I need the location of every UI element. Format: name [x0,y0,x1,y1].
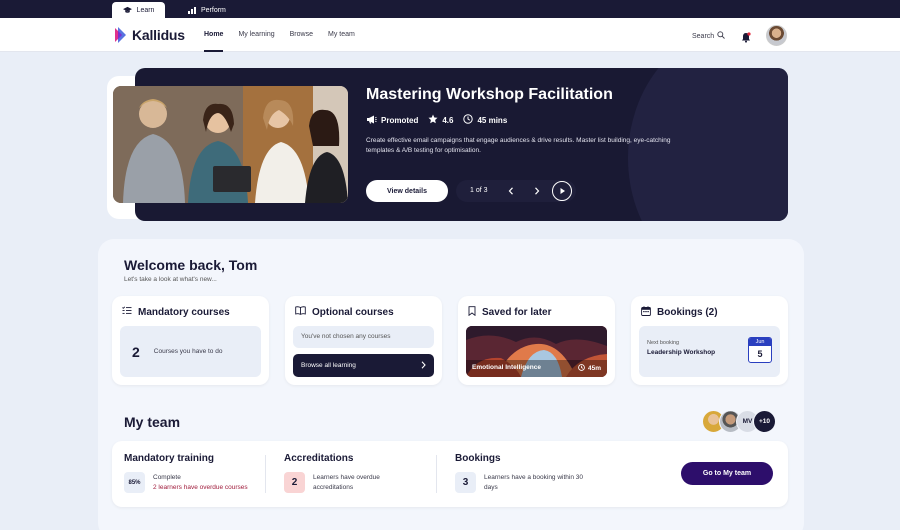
overdue-courses-text: 2 learners have overdue courses [153,483,248,491]
card-title: Optional courses [312,306,394,318]
divider [265,455,266,493]
tab-perform-label: Perform [201,6,226,14]
featured-course-title: Mastering Workshop Facilitation [366,86,613,103]
view-details-button[interactable]: View details [366,180,448,202]
checklist-icon [122,306,132,318]
go-to-my-team-button[interactable]: Go to My team [681,462,773,485]
nav-link-my-learning[interactable]: My learning [238,18,274,52]
nav-link-home[interactable]: Home [204,18,224,52]
search-label: Search [692,32,715,40]
team-bookings[interactable]: Bookings 3 Learners have a booking withi… [455,453,594,493]
app-switcher-bar: Learn Perform [0,0,900,18]
user-avatar[interactable] [766,25,787,46]
bookings-text: Learners have a booking within 30 days [484,473,584,491]
optional-empty-state: You've not chosen any courses [293,326,434,348]
calendar-icon [641,306,651,319]
search-icon [717,31,726,41]
tab-learn[interactable]: Learn [112,2,165,18]
welcome-title: Welcome back, Tom [124,257,258,273]
graduation-cap-icon [122,6,132,14]
kallidus-logo[interactable]: Kallidus [113,26,185,44]
promoted-label: Promoted [381,115,419,125]
rating-value: 4.6 [442,115,454,125]
play-icon[interactable] [552,181,572,201]
search-button[interactable]: Search [692,31,726,41]
card-title: Bookings (2) [657,307,718,318]
bookings-card: Bookings (2) Next booking Leadership Wor… [631,296,788,385]
saved-course-title: Emotional Intelligence [472,364,541,371]
team-more-count: +10 [753,410,776,433]
megaphone-icon [366,115,377,126]
booking-day: 5 [757,349,763,359]
section-title: Bookings [455,453,501,464]
booking-month: Jun [749,338,771,346]
kallidus-logo-icon [113,26,127,44]
nav-link-browse[interactable]: Browse [290,18,313,52]
accreditations-text: Learners have overdue accreditations [313,473,380,491]
duration-value: 45 mins [477,115,508,125]
carousel-controls: 1 of 3 [456,180,576,202]
saved-course-tile[interactable]: Emotional Intelligence 45m [466,326,607,377]
tab-learn-label: Learn [136,6,155,14]
featured-course-meta: Promoted 4.6 45 mins [366,114,507,126]
open-book-icon [295,306,306,318]
chevron-right-icon[interactable] [530,184,544,198]
complete-label: Complete [153,473,181,481]
chevron-right-icon [421,360,426,371]
booking-date-badge: Jun 5 [748,337,772,363]
logo-text: Kallidus [132,27,185,43]
nav-link-my-team[interactable]: My team [328,18,355,52]
my-team-title: My team [124,414,181,430]
next-booking[interactable]: Next booking Leadership Workshop Jun 5 [639,326,780,377]
bar-chart-icon [188,6,196,14]
notifications-bell-icon[interactable] [741,30,751,48]
bookmark-icon [468,306,476,319]
mandatory-summary: 2 Courses you have to do [120,326,261,377]
nav-links: Home My learning Browse My team [204,18,355,52]
section-title: Mandatory training [124,453,215,464]
featured-course-description: Create effective email campaigns that en… [366,137,671,154]
saved-course-duration: 45m [587,365,601,372]
divider [436,455,437,493]
welcome-subtitle: Let's take a look at what's new... [124,276,217,283]
main-navigation: Kallidus Home My learning Browse My team… [0,18,900,52]
mandatory-text: Courses you have to do [153,348,223,355]
optional-courses-card: Optional courses You've not chosen any c… [285,296,442,385]
card-title: Mandatory courses [138,306,230,318]
team-summary-card: Mandatory training 85% Complete 2 learne… [112,441,788,507]
team-accreditations[interactable]: Accreditations 2 Learners have overdue a… [284,453,403,493]
mandatory-count: 2 [132,343,140,360]
clock-icon [463,114,474,126]
saved-for-later-card: Saved for later Emotional Intelligence 4… [458,296,615,385]
team-mandatory-training[interactable]: Mandatory training 85% Complete 2 learne… [124,453,248,493]
clock-icon [578,364,585,373]
card-title: Saved for later [482,307,552,318]
completion-badge: 85% [124,472,145,493]
section-title: Accreditations [284,453,354,464]
bookings-count: 3 [455,472,476,493]
browse-all-learning-button[interactable]: Browse all learning [293,354,434,377]
featured-course-image [113,86,348,203]
accreditations-count: 2 [284,472,305,493]
tab-perform[interactable]: Perform [178,2,236,18]
chevron-left-icon[interactable] [504,184,518,198]
browse-all-learning-label: Browse all learning [301,362,356,369]
carousel-pager: 1 of 3 [470,187,488,194]
star-icon [428,114,438,126]
mandatory-courses-card[interactable]: Mandatory courses 2 Courses you have to … [112,296,269,385]
